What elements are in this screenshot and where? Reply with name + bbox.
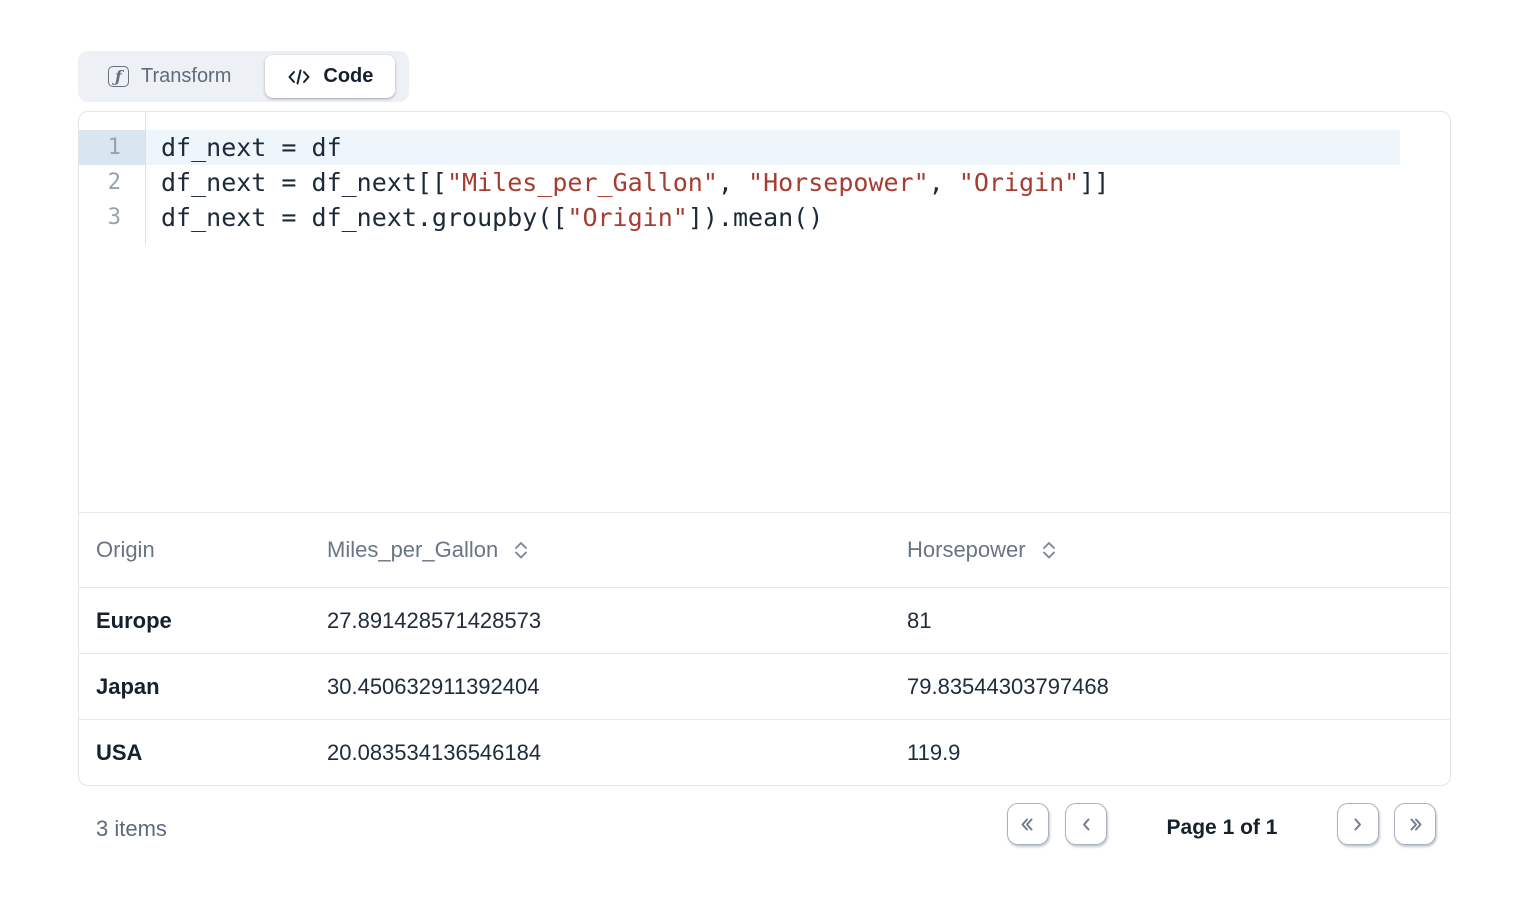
tab-transform-label: Transform: [141, 65, 231, 88]
previous-page-button[interactable]: [1065, 803, 1107, 845]
chevron-left-icon: [1078, 816, 1094, 833]
line-number: 1: [79, 130, 145, 165]
column-label: Horsepower: [907, 537, 1026, 563]
table-row: Japan 30.450632911392404 79.835443037974…: [79, 654, 1450, 720]
tab-code-label: Code: [323, 65, 373, 88]
cell-horsepower: 119.9: [890, 740, 1450, 766]
column-header-miles-per-gallon[interactable]: Miles_per_Gallon: [310, 537, 890, 563]
code-text: df_next = df_next[[: [161, 168, 447, 197]
last-page-button[interactable]: [1394, 803, 1436, 845]
sort-updown-icon[interactable]: [513, 540, 529, 560]
code-text: df_next = df: [161, 133, 342, 162]
string-token: "Origin": [567, 203, 687, 232]
string-token: "Horsepower": [748, 168, 929, 197]
cell-origin: USA: [79, 740, 310, 766]
function-icon: ƒ: [108, 66, 129, 87]
code-line: 3 df_next = df_next.groupby(["Origin"]).…: [79, 200, 1450, 235]
string-token: "Miles_per_Gallon": [447, 168, 718, 197]
table-header-row: Origin Miles_per_Gallon Horsepower: [79, 513, 1450, 588]
code-text: df_next = df_next.groupby([: [161, 203, 567, 232]
cell-horsepower: 81: [890, 608, 1450, 634]
code-line: 1 df_next = df: [79, 130, 1450, 165]
double-chevron-right-icon: [1406, 816, 1424, 833]
first-page-button[interactable]: [1007, 803, 1049, 845]
cell-miles-per-gallon: 30.450632911392404: [310, 674, 890, 700]
code-line: 2 df_next = df_next[["Miles_per_Gallon",…: [79, 165, 1450, 200]
column-label: Miles_per_Gallon: [327, 537, 498, 563]
string-token: "Origin": [959, 168, 1079, 197]
sort-updown-icon[interactable]: [1041, 540, 1057, 560]
tab-transform[interactable]: ƒ Transform: [86, 55, 253, 98]
cell-miles-per-gallon: 20.083534136546184: [310, 740, 890, 766]
items-count: 3 items: [96, 816, 167, 842]
code-text: ]]: [1079, 168, 1109, 197]
dataframe-panel: 1 df_next = df 2 df_next = df_next[["Mil…: [78, 111, 1451, 786]
cell-origin: Japan: [79, 674, 310, 700]
view-toggle: ƒ Transform Code: [78, 51, 409, 102]
column-header-horsepower[interactable]: Horsepower: [890, 537, 1450, 563]
next-page-button[interactable]: [1337, 803, 1379, 845]
page-indicator: Page 1 of 1: [1165, 816, 1279, 840]
cell-miles-per-gallon: 27.891428571428573: [310, 608, 890, 634]
column-label: Origin: [96, 537, 155, 563]
code-text: ]).mean(): [688, 203, 823, 232]
code-text: ,: [929, 168, 959, 197]
tab-code[interactable]: Code: [265, 55, 395, 98]
table-row: Europe 27.891428571428573 81: [79, 588, 1450, 654]
cell-horsepower: 79.83544303797468: [890, 674, 1450, 700]
code-text: ,: [718, 168, 748, 197]
line-number: 2: [79, 165, 145, 200]
table-row: USA 20.083534136546184 119.9: [79, 720, 1450, 786]
code-editor[interactable]: 1 df_next = df 2 df_next = df_next[["Mil…: [79, 112, 1450, 513]
column-header-origin: Origin: [79, 537, 310, 563]
double-chevron-left-icon: [1019, 816, 1037, 833]
chevron-right-icon: [1350, 816, 1366, 833]
code-brackets-icon: [287, 67, 311, 87]
cell-origin: Europe: [79, 608, 310, 634]
line-number: 3: [79, 200, 145, 235]
